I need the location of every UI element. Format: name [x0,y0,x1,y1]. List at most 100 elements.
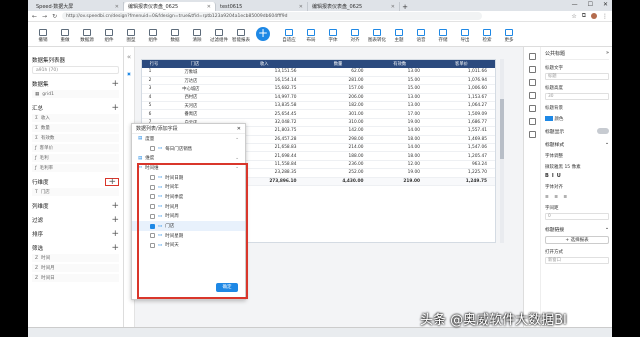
add-measure-icon[interactable]: + [111,104,119,113]
url-input[interactable]: http://ov.speedbi.cn/design?fmenuid=0&fd… [62,12,483,20]
theme-tab-icon[interactable] [528,131,536,138]
chart-convert-button[interactable]: 图表转化 [366,29,388,43]
reload-icon[interactable]: ↻ [52,13,57,20]
confirm-button[interactable]: 确定 [216,283,238,292]
collapse-left-icon[interactable]: « [127,53,131,61]
export-button[interactable]: 导出 [454,29,476,43]
close-icon[interactable]: ✕ [237,126,241,132]
add-row-dimension-icon[interactable]: + [105,178,119,187]
align-icons[interactable]: ≡ ≡ ≡ [545,195,609,200]
close-icon[interactable]: ✕ [391,4,395,10]
filter-component-button[interactable]: 过滤组件 [208,29,230,43]
data-button[interactable]: 数据 [164,29,186,43]
other-field[interactable]: Z 时间月 [32,264,119,272]
other-field[interactable]: Z 时间日 [32,274,119,282]
forward-icon[interactable]: → [42,13,47,20]
measure-field[interactable]: Σ 收入 [32,114,119,122]
field-item[interactable]: ▭ 每日门店销售 [132,144,245,154]
voice-button[interactable]: 语音 [410,29,432,43]
style-tab-icon[interactable] [528,66,536,73]
table-row[interactable]: 3 中心城店 15,682.75 157.00 15.00 1,006.60 [142,84,495,94]
title-height-input[interactable]: 30 [545,93,609,100]
measure-field[interactable]: Σ 有效数 [32,134,119,142]
add-filter-icon[interactable]: + [111,216,119,225]
row-dimension-field[interactable]: T 门店 [32,188,119,196]
data-tab-icon[interactable] [528,79,536,86]
add-dataset-icon[interactable]: + [111,80,119,89]
field-group[interactable]: ▤ 维度 ⌄ [132,153,245,163]
chart-type-button[interactable]: 图型 [120,29,142,43]
column-header[interactable]: 数量 [304,60,372,68]
scroll-thumb[interactable] [500,99,504,159]
new-tab-icon[interactable]: + [400,3,410,11]
measure-field[interactable]: ƒ 毛利率 [32,164,119,172]
search-button[interactable]: 检索 [476,29,498,43]
measure-field[interactable]: ƒ 客单价 [32,144,119,152]
close-icon[interactable]: ✕ [299,4,303,10]
close-window-icon[interactable]: ✕ [603,1,608,8]
checkbox[interactable] [150,146,155,152]
bold-button[interactable]: B [545,173,549,179]
add-col-dimension-icon[interactable]: + [111,202,119,211]
italic-button[interactable]: I [552,173,554,179]
measure-field[interactable]: Σ 数量 [32,124,119,132]
table-row[interactable]: 5 天河店 13,835.58 182.00 13.00 1,064.27 [142,101,495,111]
column-header[interactable]: 客单价 [427,60,495,68]
align-button[interactable]: 对齐 [344,29,366,43]
browser-tab[interactable]: Speed·数据大屏 ✕ [32,2,124,11]
close-icon[interactable]: ✕ [207,4,211,10]
minimize-icon[interactable]: — [572,1,578,8]
open-mode-select[interactable]: 新窗口 [545,257,609,264]
menu-icon[interactable]: ⋮ [602,13,608,20]
dataset-list-box[interactable]: a91h (70) [32,66,119,74]
collapse-right-icon[interactable]: » [606,50,609,57]
browser-tab[interactable]: 编辑报表仪表盘_0625 ✕ [308,2,400,11]
filter-tab-icon[interactable] [528,118,536,125]
font-settings[interactable]: 微软雅黑 15 像素 [545,164,609,170]
avatar[interactable] [591,13,597,19]
add-sort-icon[interactable]: + [111,230,119,239]
add-button[interactable]: + [256,27,270,41]
column-header[interactable]: 有效数 [371,60,428,68]
column-header[interactable]: 收入 [223,60,305,68]
table-row[interactable]: 1 万象城 13,151.56 62.00 13.00 1,011.66 [142,68,495,77]
property-tab-icon[interactable] [528,53,536,60]
column-header[interactable]: 行号 [142,60,166,68]
add-other-icon[interactable]: + [111,244,119,253]
select-report-button[interactable]: + 选择报表 [545,236,609,244]
star-icon[interactable]: ☆ [571,13,576,20]
title-show-toggle[interactable] [597,128,609,134]
chevron-down-icon[interactable]: ⌄ [605,141,609,148]
column-header[interactable]: 门店 [166,60,224,68]
component2-button[interactable]: 组件 [142,29,164,43]
event-tab-icon[interactable] [528,92,536,99]
vertical-scrollbar[interactable] [500,59,504,243]
component-button[interactable]: 组件 [98,29,120,43]
table-row[interactable]: 2 万达店 16,154.14 281.00 15.00 1,076.94 [142,76,495,86]
chevron-down-icon[interactable]: ⌄ [605,226,609,233]
close-icon[interactable]: ✕ [115,4,119,10]
dataset-field[interactable]: ▦ grid1 [32,90,119,98]
field-group[interactable]: ▤ 度量 ⌄ [132,134,245,144]
clear-button[interactable]: 清除 [186,29,208,43]
extensions-icon[interactable]: ⧉ [582,12,586,20]
underline-button[interactable]: U [557,173,561,179]
layout-button[interactable]: 布局 [300,29,322,43]
font-button[interactable]: 字体 [322,29,344,43]
save-button[interactable]: 存储 [432,29,454,43]
undo-button[interactable]: 撤销 [32,29,54,43]
theme-button[interactable]: 主题 [388,29,410,43]
measure-field[interactable]: ƒ 毛利 [32,154,119,162]
browser-tab[interactable]: test0615 ✕ [216,2,308,11]
table-row[interactable]: 4 西村店 14,997.70 206.00 13.00 1,153.67 [142,93,495,103]
redo-button[interactable]: 重做 [54,29,76,43]
back-icon[interactable]: ← [32,13,37,20]
smart-report-button[interactable]: 智能报表 [230,29,252,43]
other-field[interactable]: Z 时间 [32,254,119,262]
more-button[interactable]: 更多 [498,29,520,43]
title-text-input[interactable]: 标题 [545,73,609,80]
chevron-down-icon[interactable]: ⌄ [235,136,239,141]
component-tab-icon[interactable]: ▣ [127,71,131,76]
title-bg-value[interactable]: 颜色 [545,116,609,122]
chevron-down-icon[interactable]: ⌄ [235,156,239,161]
